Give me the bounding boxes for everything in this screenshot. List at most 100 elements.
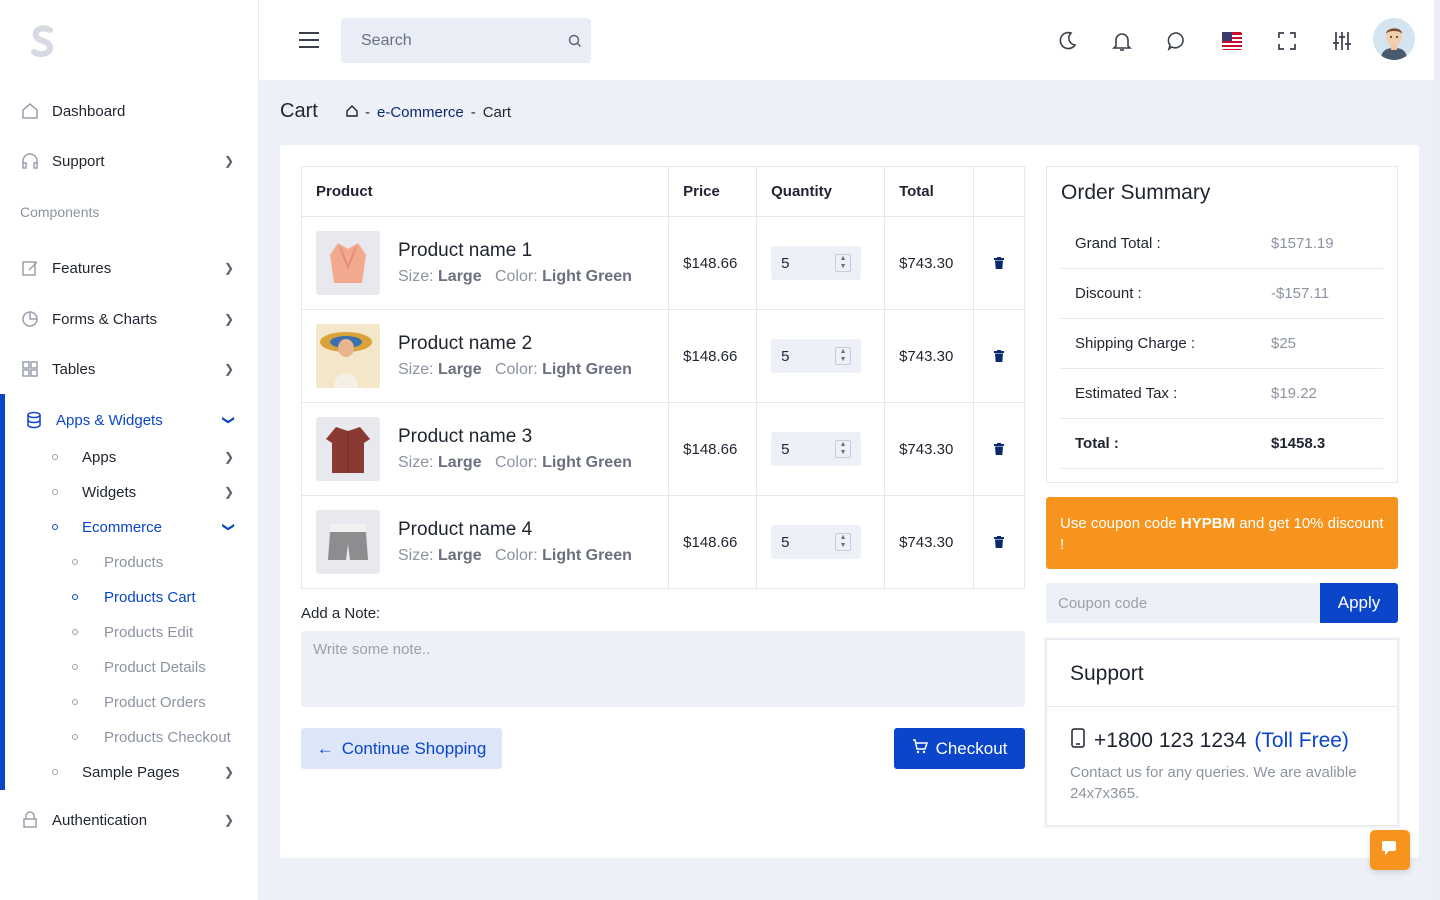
- sidebar-item-dashboard[interactable]: Dashboard: [20, 96, 234, 126]
- sidebar-subitem-products[interactable]: Products: [72, 550, 238, 574]
- apply-coupon-button[interactable]: Apply: [1320, 583, 1398, 623]
- continue-shopping-button[interactable]: ← Continue Shopping: [301, 728, 502, 769]
- sidebar-item-features[interactable]: Features ❯: [20, 253, 234, 283]
- chat-widget-button[interactable]: [1370, 830, 1410, 870]
- brand-logo[interactable]: [28, 24, 58, 60]
- size-label: Size:: [398, 268, 434, 285]
- quantity-stepper[interactable]: 5 ▲ ▼: [771, 246, 862, 280]
- bullet-icon: [52, 454, 58, 460]
- product-name[interactable]: Product name 2: [398, 333, 632, 355]
- page-scrollbar[interactable]: [1434, 0, 1440, 900]
- sidebar-subitem-products-checkout[interactable]: Products Checkout: [72, 725, 238, 749]
- dark-mode-icon[interactable]: [1054, 28, 1080, 54]
- sidebar-subitem-ecommerce[interactable]: Ecommerce ❯: [52, 514, 236, 540]
- chevron-right-icon: ❯: [223, 765, 234, 779]
- column-header-quantity: Quantity: [756, 166, 886, 217]
- chevron-right-icon: ❯: [223, 485, 234, 499]
- sidebar-item-forms-charts[interactable]: Forms & Charts ❯: [20, 304, 234, 334]
- chevron-right-icon: ❯: [223, 261, 234, 275]
- bullet-icon: [72, 594, 78, 600]
- color-label: Color:: [494, 361, 538, 378]
- sidebar-item-tables[interactable]: Tables ❯: [20, 354, 234, 384]
- support-card: Support +1800 123 1234 (Toll Free) Conta…: [1046, 639, 1398, 826]
- home-icon[interactable]: [346, 104, 358, 121]
- summary-value: $1571.19: [1271, 235, 1334, 252]
- checkout-button[interactable]: Checkout: [894, 728, 1025, 769]
- search-input[interactable]: [361, 31, 568, 50]
- trash-icon[interactable]: [988, 350, 1010, 362]
- spinner-icon[interactable]: ▲ ▼: [835, 440, 852, 458]
- coupon-text: Use coupon code: [1060, 515, 1181, 532]
- summary-row-grand-total: Grand Total : $1571.19: [1061, 219, 1383, 269]
- summary-row-shipping: Shipping Charge : $25: [1061, 319, 1383, 369]
- sidebar-item-authentication[interactable]: Authentication ❯: [20, 805, 234, 835]
- phone-icon: [1070, 728, 1086, 754]
- search-icon[interactable]: [568, 34, 582, 48]
- product-name[interactable]: Product name 4: [398, 519, 632, 541]
- color-value: Light Green: [542, 268, 632, 285]
- us-flag-icon[interactable]: [1219, 28, 1245, 54]
- spinner-icon[interactable]: ▲ ▼: [835, 347, 852, 365]
- product-name[interactable]: Product name 3: [398, 426, 632, 448]
- bullet-icon: [72, 699, 78, 705]
- product-name[interactable]: Product name 1: [398, 240, 632, 262]
- sidebar-item-apps-widgets[interactable]: Apps & Widgets ❯: [24, 405, 236, 435]
- fullscreen-icon[interactable]: [1274, 28, 1300, 54]
- quantity-stepper[interactable]: 5 ▲ ▼: [771, 432, 862, 466]
- spinner-icon[interactable]: ▲ ▼: [835, 254, 852, 272]
- sidebar-item-label: Products: [104, 553, 164, 571]
- bullet-icon: [72, 629, 78, 635]
- sidebar-item-label: Product Orders: [104, 693, 206, 711]
- menu-toggle-icon[interactable]: [299, 32, 319, 48]
- product-image[interactable]: [316, 324, 380, 388]
- lock-icon: [20, 810, 40, 830]
- chat-icon: [1381, 840, 1399, 861]
- size-value: Large: [438, 268, 482, 285]
- table-row: Product name 4 Size: Large Color: Light …: [301, 495, 1025, 589]
- breadcrumb-current: Cart: [482, 104, 512, 121]
- support-phone[interactable]: +1800 123 1234 (Toll Free): [1070, 728, 1349, 754]
- size-label: Size:: [398, 454, 434, 471]
- coupon-input[interactable]: [1046, 583, 1320, 623]
- breadcrumb-separator: -: [365, 104, 370, 121]
- home-icon: [20, 101, 40, 121]
- color-value: Light Green: [542, 547, 632, 564]
- chevron-down-icon: ❯: [221, 521, 236, 533]
- trash-icon[interactable]: [988, 257, 1010, 269]
- user-avatar[interactable]: [1373, 18, 1415, 60]
- arrow-left-icon: ←: [316, 738, 334, 758]
- summary-label: Grand Total :: [1075, 235, 1161, 252]
- product-image[interactable]: [316, 417, 380, 481]
- trash-icon[interactable]: [988, 443, 1010, 455]
- bullet-icon: [52, 489, 58, 495]
- trash-icon[interactable]: [988, 536, 1010, 548]
- column-header-actions: [973, 166, 1025, 217]
- sidebar-subitem-product-details[interactable]: Product Details: [72, 655, 238, 679]
- sidebar-item-support[interactable]: Support ❯: [20, 146, 234, 176]
- table-row: Product name 3 Size: Large Color: Light …: [301, 402, 1025, 496]
- quantity-stepper[interactable]: 5 ▲ ▼: [771, 525, 862, 559]
- sidebar-subitem-products-cart[interactable]: Products Cart: [72, 585, 238, 609]
- pie-chart-icon: [20, 309, 40, 329]
- sidebar-subitem-apps[interactable]: Apps ❯: [52, 444, 234, 470]
- sidebar-subitem-product-orders[interactable]: Product Orders: [72, 690, 238, 714]
- sidebar-subitem-widgets[interactable]: Widgets ❯: [52, 479, 234, 505]
- spinner-icon[interactable]: ▲ ▼: [835, 533, 852, 551]
- table-header-row: Product Price Quantity Total: [301, 166, 1025, 217]
- breadcrumb-ecommerce[interactable]: e-Commerce: [377, 104, 464, 121]
- note-textarea[interactable]: [301, 631, 1025, 707]
- quantity-stepper[interactable]: 5 ▲ ▼: [771, 339, 862, 373]
- chat-bubble-icon[interactable]: [1164, 28, 1190, 54]
- sidebar-subitem-products-edit[interactable]: Products Edit: [72, 620, 238, 644]
- total-cell: $743.30: [884, 216, 975, 310]
- product-image[interactable]: [316, 510, 380, 574]
- search-box: [341, 18, 591, 63]
- product-image[interactable]: [316, 231, 380, 295]
- sidebar-subitem-sample-pages[interactable]: Sample Pages ❯: [52, 759, 234, 785]
- toll-free-label: (Toll Free): [1254, 729, 1349, 752]
- chevron-down-icon: ❯: [221, 414, 236, 426]
- cart-card: Product Price Quantity Total Product nam…: [280, 145, 1419, 858]
- bell-icon[interactable]: [1109, 28, 1135, 54]
- settings-sliders-icon[interactable]: [1329, 28, 1355, 54]
- table-row: Product name 1 Size: Large Color: Light …: [301, 216, 1025, 310]
